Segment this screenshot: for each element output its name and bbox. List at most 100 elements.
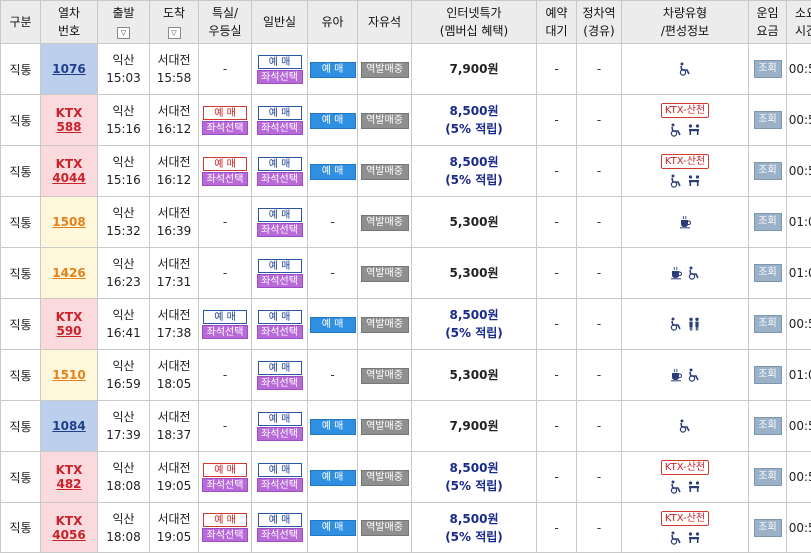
special-buy-button[interactable]: 예 매 — [203, 462, 247, 477]
general-seat-select-button[interactable]: 좌석선택 — [256, 426, 303, 441]
infant-buy-button[interactable]: 예 매 — [309, 520, 356, 536]
general-seat-select-button[interactable]: 좌석선택 — [256, 69, 303, 84]
vehicle-icons — [622, 122, 748, 138]
infant-buy-button[interactable]: 예 매 — [309, 112, 356, 129]
fare-lookup-button[interactable]: 조회 — [753, 518, 782, 537]
general-buy-button[interactable]: 예 매 — [257, 54, 302, 69]
fare-lookup-button[interactable]: 조회 — [753, 366, 782, 384]
ktx-sancheon-badge: KTX-산천 — [660, 460, 710, 475]
fare-lookup-button[interactable]: 조회 — [753, 60, 782, 78]
arrive-cell: 서대전 19:05 — [149, 502, 199, 553]
general-cell: 예 매 좌석선택 — [251, 247, 308, 299]
special-seat-select-button[interactable]: 좌석선택 — [202, 120, 248, 135]
standing-station-sale-button[interactable]: 역발매중 — [360, 265, 409, 282]
infant-buy-button[interactable]: 예 매 — [309, 469, 356, 486]
fare-lookup-button[interactable]: 조회 — [753, 264, 782, 282]
special-buy-button[interactable]: 예 매 — [203, 105, 247, 120]
train-number-link[interactable]: 482 — [41, 477, 97, 491]
reserve-cell: - — [536, 247, 577, 299]
train-number-link[interactable]: 590 — [41, 324, 97, 338]
general-cell: 예 매 좌석선택 — [251, 145, 308, 197]
wheelchair-icon — [669, 480, 683, 494]
fare-lookup-button[interactable]: 조회 — [753, 417, 782, 435]
price-amount: 5,300원 — [449, 368, 499, 382]
train-number-link[interactable]: 1508 — [41, 215, 97, 229]
infant-unavailable: - — [330, 215, 335, 229]
gubun-text: 직통 — [9, 266, 32, 281]
standing-station-sale-button[interactable]: 역발매중 — [360, 163, 409, 180]
duration-cell: 00:57 — [786, 502, 811, 553]
special-buy-button[interactable]: 예 매 — [203, 513, 247, 527]
general-buy-button[interactable]: 예 매 — [257, 309, 302, 324]
gubun-cell: 직통 — [0, 451, 41, 503]
stop-cell: - — [576, 94, 622, 146]
general-buy-button[interactable]: 예 매 — [257, 258, 302, 273]
train-number-link[interactable]: 4056 — [41, 528, 97, 542]
general-seat-select-button[interactable]: 좌석선택 — [256, 120, 303, 135]
special-seat-select-button[interactable]: 좌석선택 — [202, 528, 248, 542]
price-amount: 5,300원 — [449, 215, 499, 229]
infant-cell: 예 매 — [307, 502, 358, 553]
infant-buy-button[interactable]: 예 매 — [309, 61, 356, 78]
train-number-link[interactable]: 1084 — [41, 419, 97, 433]
price-amount: 8,500원 — [449, 511, 499, 526]
general-buy-button[interactable]: 예 매 — [257, 156, 302, 171]
train-number-link[interactable]: 588 — [41, 120, 97, 134]
general-seat-select-button[interactable]: 좌석선택 — [256, 477, 303, 492]
special-buy-button[interactable]: 예 매 — [203, 309, 247, 324]
standing-cell: 역발매중 — [357, 298, 412, 350]
special-seat-select-button[interactable]: 좌석선택 — [202, 171, 248, 186]
arrive-cell: 서대전 17:31 — [149, 247, 199, 299]
standing-station-sale-button[interactable]: 역발매중 — [360, 520, 409, 536]
standing-station-sale-button[interactable]: 역발매중 — [360, 469, 409, 486]
fare-lookup-button[interactable]: 조회 — [753, 162, 782, 180]
special-buy-button[interactable]: 예 매 — [203, 156, 247, 171]
general-seat-select-button[interactable]: 좌석선택 — [256, 528, 303, 542]
standing-station-sale-button[interactable]: 역발매중 — [360, 316, 409, 333]
special-unavailable: - — [222, 266, 228, 280]
table-row: 직통 KTX 4056 익산 18:08 서대전 19:05 예 매 좌석선택 예 매좌… — [0, 502, 811, 553]
special-seat-select-button[interactable]: 좌석선택 — [202, 324, 248, 339]
infant-buy-button[interactable]: 예 매 — [309, 163, 356, 180]
fare-lookup-button[interactable]: 조회 — [753, 111, 782, 129]
general-buy-button[interactable]: 예 매 — [257, 411, 302, 426]
special-seat-select-button[interactable]: 좌석선택 — [202, 477, 248, 492]
duration-cell: 01:07 — [786, 196, 811, 248]
depart-time: 18:08 — [106, 479, 141, 493]
fare-lookup-button[interactable]: 조회 — [753, 213, 782, 231]
arrive-time: 17:31 — [156, 275, 192, 289]
general-buy-button[interactable]: 예 매 — [257, 360, 302, 375]
infant-buy-button[interactable]: 예 매 — [309, 418, 356, 435]
standing-station-sale-button[interactable]: 역발매중 — [360, 367, 409, 384]
general-seat-select-button[interactable]: 좌석선택 — [256, 273, 303, 288]
table-row: 직통 1510 익산 16:59 서대전 18:05 - 예 매 좌석선택 - 역발매… — [0, 349, 811, 401]
special-unavailable: - — [222, 62, 228, 76]
depart-cell: 익산 17:39 — [97, 400, 150, 452]
general-buy-button[interactable]: 예 매 — [257, 462, 302, 477]
general-seat-select-button[interactable]: 좌석선택 — [256, 171, 303, 186]
train-number-link[interactable]: 1076 — [41, 62, 97, 76]
infant-buy-button[interactable]: 예 매 — [309, 316, 356, 333]
general-buy-button[interactable]: 예 매 — [257, 513, 302, 527]
fare-lookup-button[interactable]: 조회 — [753, 468, 782, 486]
standing-station-sale-button[interactable]: 역발매중 — [360, 214, 409, 231]
price-amount: 7,900원 — [449, 62, 499, 76]
standing-station-sale-button[interactable]: 역발매중 — [360, 418, 409, 435]
train-number-link[interactable]: 1426 — [41, 266, 97, 280]
sort-depart-icon[interactable]: ▽ — [117, 27, 130, 39]
depart-time: 15:32 — [106, 224, 141, 238]
general-buy-button[interactable]: 예 매 — [257, 207, 302, 222]
train-kind: KTX — [55, 157, 83, 171]
sort-arrive-icon[interactable]: ▽ — [167, 27, 181, 39]
fare-lookup-button[interactable]: 조회 — [753, 315, 782, 333]
table-row: 직통 KTX 590 익산 16:41 서대전 17:38 예 매 좌석선택 예 매 좌석… — [0, 298, 811, 350]
general-buy-button[interactable]: 예 매 — [257, 105, 302, 120]
general-seat-select-button[interactable]: 좌석선택 — [256, 375, 303, 390]
standing-station-sale-button[interactable]: 역발매중 — [360, 112, 409, 129]
train-number-link[interactable]: 4044 — [41, 171, 97, 185]
train-number-link[interactable]: 1510 — [41, 368, 97, 382]
standing-station-sale-button[interactable]: 역발매중 — [360, 61, 409, 78]
general-seat-select-button[interactable]: 좌석선택 — [256, 222, 303, 237]
general-seat-select-button[interactable]: 좌석선택 — [256, 324, 303, 339]
internet-price-cell: 5,300원 — [411, 247, 537, 299]
